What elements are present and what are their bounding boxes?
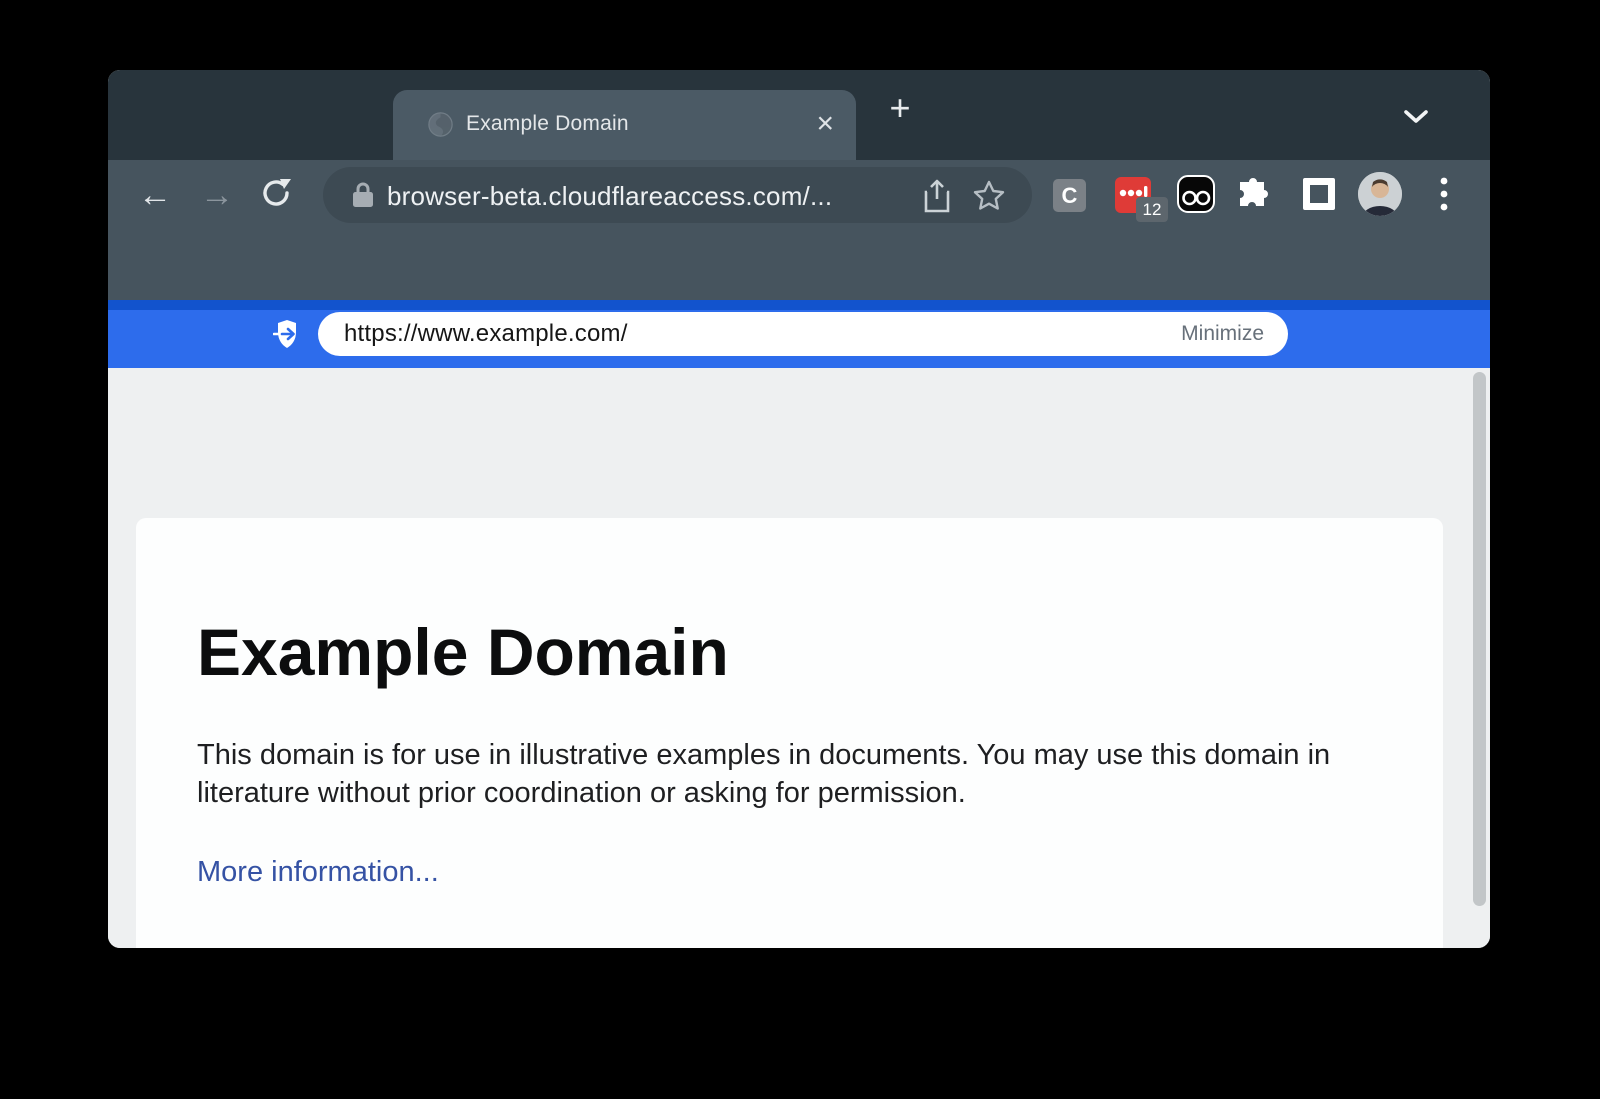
new-tab-button[interactable]: + xyxy=(883,92,917,126)
extension-dual-circle-button[interactable] xyxy=(1177,175,1215,213)
lock-icon xyxy=(351,182,375,208)
tab-close-icon[interactable]: × xyxy=(816,107,834,141)
vertical-scrollbar[interactable] xyxy=(1473,372,1486,906)
isolation-bar-accent xyxy=(108,300,1490,310)
isolation-bar: https://www.example.com/ Minimize xyxy=(108,300,1490,368)
globe-favicon-icon xyxy=(426,110,455,139)
content-card: Example Domain This domain is for use in… xyxy=(136,518,1443,948)
page-heading: Example Domain xyxy=(197,614,729,690)
toolbar: ← → browser-beta.cloudflareaccess.com/..… xyxy=(108,160,1490,300)
minimize-button[interactable]: Minimize xyxy=(1181,322,1264,346)
back-button[interactable]: ← xyxy=(138,178,172,212)
tab-title: Example Domain xyxy=(466,112,629,136)
extension-badge: 12 xyxy=(1136,197,1168,222)
address-bar[interactable]: browser-beta.cloudflareaccess.com/... xyxy=(323,167,1032,223)
shield-arrow-icon xyxy=(273,318,309,350)
url-text: browser-beta.cloudflareaccess.com/... xyxy=(387,181,832,212)
chevron-down-icon[interactable] xyxy=(1402,108,1430,126)
active-tab[interactable]: Example Domain × xyxy=(393,90,856,160)
share-icon[interactable] xyxy=(922,179,952,213)
extensions-puzzle-icon[interactable] xyxy=(1236,177,1270,211)
profile-avatar[interactable] xyxy=(1358,172,1402,216)
extension-c-button[interactable]: C xyxy=(1053,179,1086,212)
kebab-menu-icon[interactable] xyxy=(1440,176,1448,212)
remote-url-input[interactable]: https://www.example.com/ Minimize xyxy=(318,312,1288,356)
screenshot-stage: Example Domain × + ← → xyxy=(0,0,1600,1099)
more-information-link[interactable]: More information... xyxy=(197,856,439,889)
page-viewport: Example Domain This domain is for use in… xyxy=(108,368,1490,948)
browser-window: Example Domain × + ← → xyxy=(108,70,1490,948)
forward-button[interactable]: → xyxy=(200,178,234,212)
reload-button[interactable] xyxy=(260,177,292,209)
page-paragraph: This domain is for use in illustrative e… xyxy=(197,736,1347,812)
tab-strip: Example Domain × + xyxy=(108,70,1490,160)
side-panel-icon[interactable] xyxy=(1303,178,1335,210)
bookmark-star-icon[interactable] xyxy=(972,179,1006,213)
remote-url-text: https://www.example.com/ xyxy=(344,320,628,348)
